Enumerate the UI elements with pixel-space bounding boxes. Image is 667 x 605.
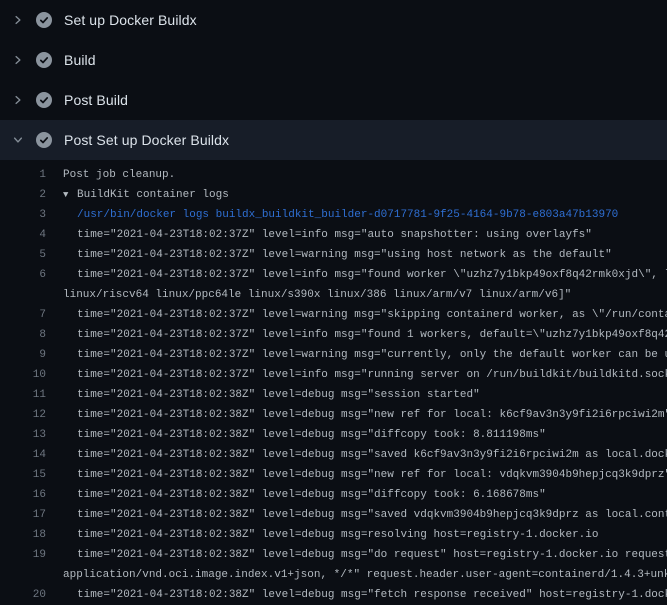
line-number[interactable]: 9: [0, 345, 46, 365]
log-line: 17 time="2021-04-23T18:02:38Z" level=debu…: [0, 505, 667, 525]
line-number[interactable]: 16: [0, 485, 46, 505]
line-number[interactable]: 3: [0, 205, 46, 225]
log-text: time="2021-04-23T18:02:38Z" level=debug …: [77, 525, 599, 545]
chevron-down-icon[interactable]: [10, 132, 26, 148]
line-number[interactable]: 2: [0, 185, 46, 205]
log-text: ▼BuildKit container logs: [63, 185, 229, 205]
log-line: 8 time="2021-04-23T18:02:37Z" level=info …: [0, 325, 667, 345]
log-text: time="2021-04-23T18:02:37Z" level=info m…: [77, 225, 592, 245]
log-text: linux/riscv64 linux/ppc64le linux/s390x …: [63, 285, 571, 305]
log-text: time="2021-04-23T18:02:37Z" level=warnin…: [77, 345, 667, 365]
line-number[interactable]: 4: [0, 225, 46, 245]
log-line: 14 time="2021-04-23T18:02:38Z" level=debu…: [0, 445, 667, 465]
log-text: time="2021-04-23T18:02:38Z" level=debug …: [77, 465, 667, 485]
status-check-icon: [36, 52, 52, 68]
log-line: 13 time="2021-04-23T18:02:38Z" level=debu…: [0, 425, 667, 445]
log-text: time="2021-04-23T18:02:38Z" level=debug …: [77, 585, 667, 605]
chevron-right-icon[interactable]: [10, 92, 26, 108]
log-line: application/vnd.oci.image.index.v1+json,…: [0, 565, 667, 585]
log-text: time="2021-04-23T18:02:37Z" level=warnin…: [77, 305, 667, 325]
log-text: Post job cleanup.: [63, 165, 175, 185]
line-number[interactable]: 12: [0, 405, 46, 425]
log-output: 1 Post job cleanup. 2 ▼BuildKit container l…: [0, 160, 667, 605]
status-check-icon: [36, 92, 52, 108]
log-text: time="2021-04-23T18:02:37Z" level=info m…: [77, 365, 667, 385]
line-number[interactable]: 18: [0, 525, 46, 545]
log-line: 12 time="2021-04-23T18:02:38Z" level=debu…: [0, 405, 667, 425]
line-number[interactable]: 11: [0, 385, 46, 405]
step-list: Set up Docker Buildx Build Post Build Post …: [0, 0, 667, 160]
log-line: 6 time="2021-04-23T18:02:37Z" level=info …: [0, 265, 667, 285]
step-section-build[interactable]: Build: [0, 40, 667, 80]
line-number[interactable]: 1: [0, 165, 46, 185]
log-line: 5 time="2021-04-23T18:02:37Z" level=warni…: [0, 245, 667, 265]
log-line: 16 time="2021-04-23T18:02:38Z" level=debu…: [0, 485, 667, 505]
line-number[interactable]: 14: [0, 445, 46, 465]
log-text: time="2021-04-23T18:02:38Z" level=debug …: [77, 445, 667, 465]
line-number[interactable]: 15: [0, 465, 46, 485]
line-number[interactable]: 10: [0, 365, 46, 385]
log-line: 11 time="2021-04-23T18:02:38Z" level=debu…: [0, 385, 667, 405]
step-section-set-up-docker-buildx[interactable]: Set up Docker Buildx: [0, 0, 667, 40]
line-number[interactable]: 7: [0, 305, 46, 325]
log-text: time="2021-04-23T18:02:38Z" level=debug …: [77, 385, 480, 405]
log-text: time="2021-04-23T18:02:38Z" level=debug …: [77, 545, 667, 565]
line-number: [0, 285, 46, 305]
log-text: time="2021-04-23T18:02:38Z" level=debug …: [77, 425, 546, 445]
log-text: time="2021-04-23T18:02:38Z" level=debug …: [77, 505, 667, 525]
step-label: Set up Docker Buildx: [64, 12, 197, 28]
log-text: time="2021-04-23T18:02:38Z" level=debug …: [77, 405, 667, 425]
log-text: time="2021-04-23T18:02:37Z" level=info m…: [77, 325, 667, 345]
log-line: 18 time="2021-04-23T18:02:38Z" level=debu…: [0, 525, 667, 545]
log-line: 19 time="2021-04-23T18:02:38Z" level=debu…: [0, 545, 667, 565]
line-number[interactable]: 8: [0, 325, 46, 345]
log-text: time="2021-04-23T18:02:37Z" level=warnin…: [77, 245, 612, 265]
log-line: 7 time="2021-04-23T18:02:37Z" level=warni…: [0, 305, 667, 325]
log-line: 10 time="2021-04-23T18:02:37Z" level=info…: [0, 365, 667, 385]
log-line: 9 time="2021-04-23T18:02:37Z" level=warni…: [0, 345, 667, 365]
step-label: Post Build: [64, 92, 128, 108]
line-number[interactable]: 6: [0, 265, 46, 285]
line-number[interactable]: 5: [0, 245, 46, 265]
step-label: Post Set up Docker Buildx: [64, 132, 229, 148]
log-text: application/vnd.oci.image.index.v1+json,…: [63, 565, 667, 585]
status-check-icon: [36, 12, 52, 28]
group-title: BuildKit container logs: [77, 189, 229, 201]
command-text: /usr/bin/docker logs buildx_buildkit_bui…: [77, 205, 618, 225]
line-number[interactable]: 19: [0, 545, 46, 565]
line-number[interactable]: 17: [0, 505, 46, 525]
chevron-right-icon[interactable]: [10, 52, 26, 68]
log-command-line: 3/usr/bin/docker logs buildx_buildkit_bu…: [0, 205, 667, 225]
log-line: 15 time="2021-04-23T18:02:38Z" level=debu…: [0, 465, 667, 485]
log-line: 1 Post job cleanup.: [0, 165, 667, 185]
log-line: 20 time="2021-04-23T18:02:38Z" level=debu…: [0, 585, 667, 605]
step-section-post-set-up-docker-buildx[interactable]: Post Set up Docker Buildx: [0, 120, 667, 160]
group-expand-triangle-icon[interactable]: ▼: [63, 185, 77, 205]
step-section-post-build[interactable]: Post Build: [0, 80, 667, 120]
actions-log-viewer: Set up Docker Buildx Build Post Build Post …: [0, 0, 667, 605]
line-number: [0, 565, 46, 585]
log-text: time="2021-04-23T18:02:38Z" level=debug …: [77, 485, 546, 505]
status-check-icon: [36, 132, 52, 148]
log-line: 4 time="2021-04-23T18:02:37Z" level=info …: [0, 225, 667, 245]
step-label: Build: [64, 52, 96, 68]
line-number[interactable]: 20: [0, 585, 46, 605]
line-number[interactable]: 13: [0, 425, 46, 445]
chevron-right-icon[interactable]: [10, 12, 26, 28]
log-group-header[interactable]: 2 ▼BuildKit container logs: [0, 185, 667, 205]
log-text: time="2021-04-23T18:02:37Z" level=info m…: [77, 265, 667, 285]
log-line: linux/riscv64 linux/ppc64le linux/s390x …: [0, 285, 667, 305]
